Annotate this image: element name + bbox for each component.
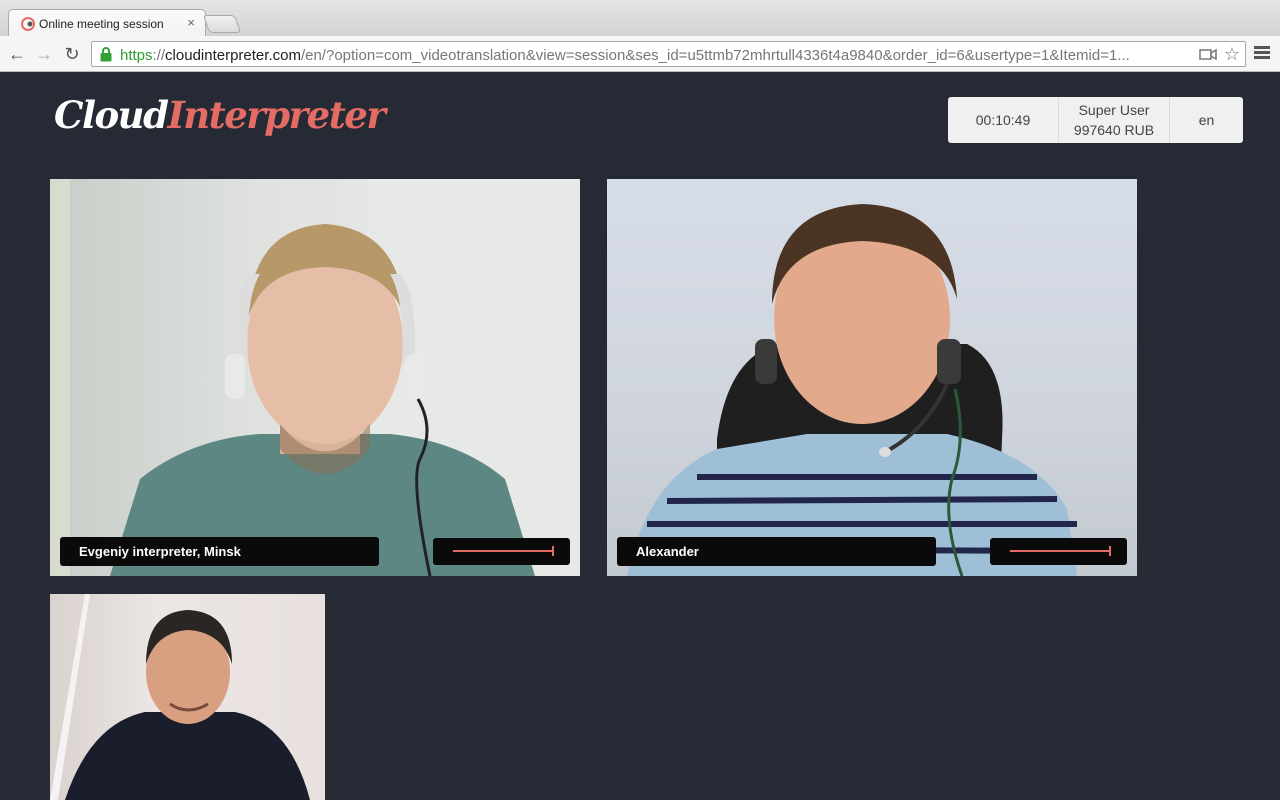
camera-icon[interactable] xyxy=(1199,48,1217,61)
tab-close-icon[interactable]: × xyxy=(187,15,195,30)
new-tab-button[interactable] xyxy=(202,15,242,33)
bookmark-star-icon[interactable]: ☆ xyxy=(1224,44,1240,65)
forward-arrow-icon[interactable]: → xyxy=(34,44,54,64)
reload-icon[interactable]: ↻ xyxy=(62,44,82,64)
lock-icon xyxy=(100,47,112,62)
language-selector[interactable]: en xyxy=(1170,97,1243,143)
browser-tab[interactable]: Online meeting session × xyxy=(8,9,206,37)
volume-level xyxy=(453,550,553,552)
browser-tab-bar: Online meeting session × xyxy=(0,0,1280,37)
url-scheme: https xyxy=(120,47,153,64)
video-tile-client: Alexander xyxy=(607,179,1137,576)
menu-icon[interactable] xyxy=(1254,46,1270,60)
logo-part-cloud: Cloud xyxy=(54,93,169,137)
back-arrow-icon[interactable]: ← xyxy=(7,44,27,64)
client-video-feed xyxy=(627,204,1078,576)
volume-slider[interactable] xyxy=(990,538,1127,565)
url-text[interactable]: https://cloudinterpreter.com/en/?option=… xyxy=(120,47,1190,64)
volume-handle[interactable] xyxy=(1109,546,1111,556)
participant-name-label: Evgeniy interpreter, Minsk xyxy=(60,537,379,566)
user-info: Super User 997640 RUB xyxy=(1059,97,1170,143)
logo-part-interpreter: Interpreter xyxy=(167,93,385,137)
user-balance: 997640 RUB xyxy=(1073,122,1155,138)
tab-title: Online meeting session xyxy=(39,17,164,31)
cloudinterpreter-favicon-icon xyxy=(21,17,35,31)
self-video-feed xyxy=(50,594,310,800)
video-tile-interpreter: Evgeniy interpreter, Minsk xyxy=(50,179,580,576)
session-timer: 00:10:49 xyxy=(948,97,1059,143)
volume-slider[interactable] xyxy=(433,538,570,565)
interpreter-video-feed xyxy=(50,179,580,576)
user-name: Super User xyxy=(1078,102,1150,118)
app-logo[interactable]: CloudInterpreter xyxy=(54,93,386,137)
session-info-panel: 00:10:49 Super User 997640 RUB en xyxy=(948,97,1243,143)
volume-handle[interactable] xyxy=(552,546,554,556)
address-bar[interactable]: https://cloudinterpreter.com/en/?option=… xyxy=(91,41,1246,67)
url-host: cloudinterpreter.com xyxy=(165,47,301,64)
participant-name-label: Alexander xyxy=(617,537,936,566)
browser-toolbar: ← → ↻ https://cloudinterpreter.com/en/?o… xyxy=(0,36,1280,72)
url-separator: :// xyxy=(152,47,166,64)
volume-level xyxy=(1010,550,1110,552)
video-tile-self xyxy=(50,594,325,800)
timer-value: 00:10:49 xyxy=(975,112,1031,128)
url-path: /en/?option=com_videotranslation&view=se… xyxy=(300,47,1130,64)
language-value: en xyxy=(1198,112,1215,128)
